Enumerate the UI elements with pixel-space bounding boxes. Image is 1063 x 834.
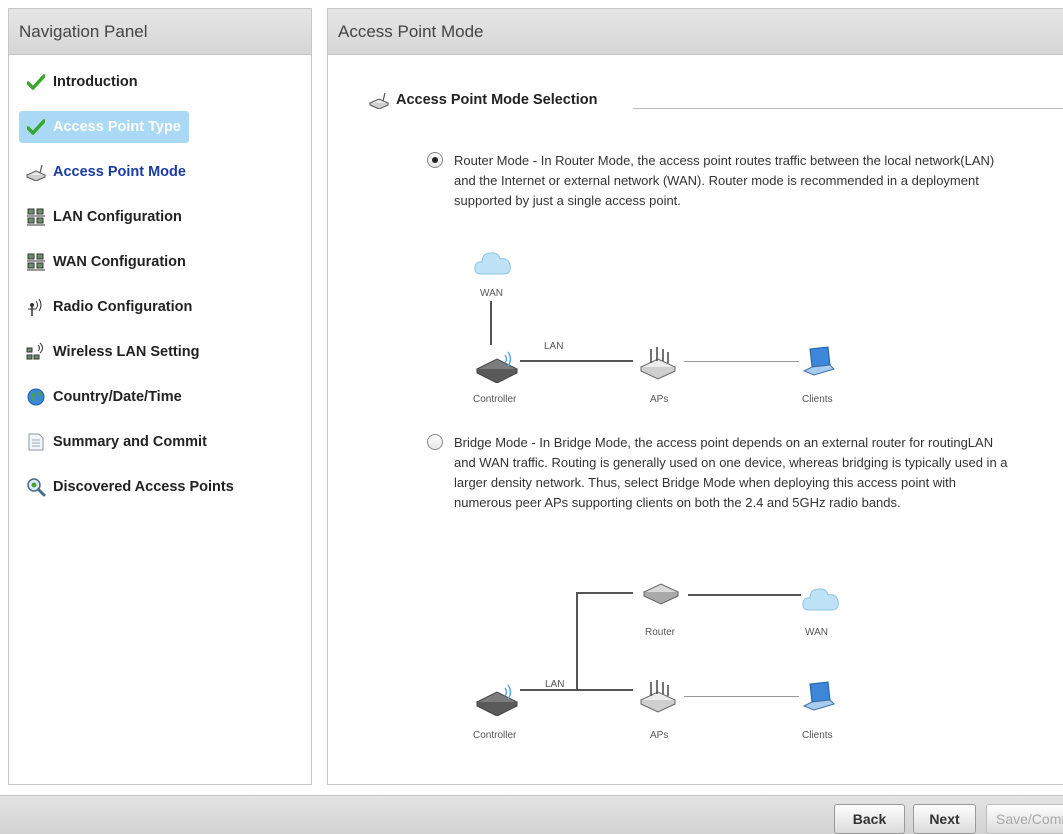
lan-label: LAN	[544, 341, 564, 352]
nav-item-label: Discovered Access Points	[53, 479, 234, 495]
globe-icon	[25, 386, 47, 408]
nav-item-label: Wireless LAN Setting	[53, 344, 200, 360]
wan-label: WAN	[480, 288, 503, 299]
section-title: Access Point Mode Selection	[396, 92, 598, 108]
section-legend: Access Point Mode Selection	[368, 89, 597, 111]
router-label: Router	[645, 627, 676, 638]
nav-item-lan-configuration[interactable]: LAN Configuration	[19, 201, 190, 233]
diagram-line	[520, 360, 633, 362]
diagram-line	[684, 696, 799, 697]
nav-item-label: WAN Configuration	[53, 254, 186, 270]
network-icon	[25, 251, 47, 273]
access-point-device-icon	[638, 345, 678, 386]
laptop-icon	[800, 680, 836, 721]
controller-label: Controller	[473, 730, 517, 741]
check-icon	[25, 116, 47, 138]
next-button[interactable]: Next	[913, 804, 976, 834]
router-icon	[641, 580, 681, 613]
diagram-line	[576, 592, 578, 690]
router-mode-radio[interactable]	[427, 152, 443, 168]
magnifier-icon	[25, 476, 47, 498]
bridge-mode-radio[interactable]	[427, 434, 443, 450]
diagram-line	[684, 361, 799, 362]
back-button[interactable]: Back	[834, 804, 905, 834]
aps-label: APs	[650, 394, 669, 405]
nav-item-country-date-time[interactable]: Country/Date/Time	[19, 381, 190, 413]
network-icon	[25, 206, 47, 228]
laptop-icon	[800, 345, 836, 386]
cloud-icon	[473, 248, 513, 283]
nav-item-label: Access Point Type	[53, 119, 181, 135]
diagram-line	[688, 594, 801, 596]
nav-item-label: Introduction	[53, 74, 138, 90]
navigation-panel-title: Navigation Panel	[9, 9, 311, 55]
diagram-line	[576, 592, 633, 594]
cloud-icon	[801, 584, 841, 619]
clients-label: Clients	[802, 730, 833, 741]
nav-item-introduction[interactable]: Introduction	[19, 66, 146, 98]
aps-label: APs	[650, 730, 669, 741]
controller-icon	[475, 682, 519, 721]
router-mode-option: Router Mode - In Router Mode, the access…	[427, 151, 1014, 211]
access-point-icon	[25, 161, 47, 183]
router-mode-description: Router Mode - In Router Mode, the access…	[454, 153, 995, 208]
bridge-mode-description: Bridge Mode - In Bridge Mode, the access…	[454, 435, 1008, 510]
bridge-mode-option: Bridge Mode - In Bridge Mode, the access…	[427, 433, 1014, 513]
wizard-footer: Back Next Save/Commit	[0, 795, 1063, 834]
navigation-panel: Navigation Panel Introduction Access Poi…	[8, 8, 312, 785]
page-title: Access Point Mode	[328, 9, 1063, 55]
document-icon	[25, 431, 47, 453]
section-divider	[633, 108, 1063, 109]
router-mode-diagram: WAN Controller LAN APs Clients	[448, 241, 868, 416]
nav-item-label: Country/Date/Time	[53, 389, 182, 405]
diagram-line	[490, 301, 492, 345]
nav-item-discovered-access-points[interactable]: Discovered Access Points	[19, 471, 242, 503]
nav-item-label: Access Point Mode	[53, 164, 186, 180]
clients-label: Clients	[802, 394, 833, 405]
radio-selected-dot	[432, 157, 438, 163]
nav-item-label: Radio Configuration	[53, 299, 193, 315]
diagram-line	[520, 689, 633, 691]
save-commit-button[interactable]: Save/Commit	[986, 804, 1063, 834]
wireless-network-icon	[25, 341, 47, 363]
nav-item-label: Summary and Commit	[53, 434, 207, 450]
wan-label: WAN	[805, 627, 828, 638]
access-point-mode-panel: Access Point Mode Access Point Mode Sele…	[327, 8, 1063, 785]
nav-item-wan-configuration[interactable]: WAN Configuration	[19, 246, 194, 278]
nav-item-access-point-mode[interactable]: Access Point Mode	[19, 156, 194, 188]
nav-item-radio-configuration[interactable]: Radio Configuration	[19, 291, 200, 323]
check-icon	[25, 71, 47, 93]
controller-icon	[475, 349, 519, 388]
antenna-icon	[25, 296, 47, 318]
controller-label: Controller	[473, 394, 517, 405]
nav-item-label: LAN Configuration	[53, 209, 182, 225]
nav-item-access-point-type[interactable]: Access Point Type	[19, 111, 189, 143]
nav-item-wireless-lan-setting[interactable]: Wireless LAN Setting	[19, 336, 208, 368]
bridge-mode-diagram: Router WAN LAN Controller APs Clients	[448, 574, 868, 754]
access-point-icon	[368, 89, 390, 111]
access-point-device-icon	[638, 678, 678, 719]
nav-item-summary-and-commit[interactable]: Summary and Commit	[19, 426, 215, 458]
